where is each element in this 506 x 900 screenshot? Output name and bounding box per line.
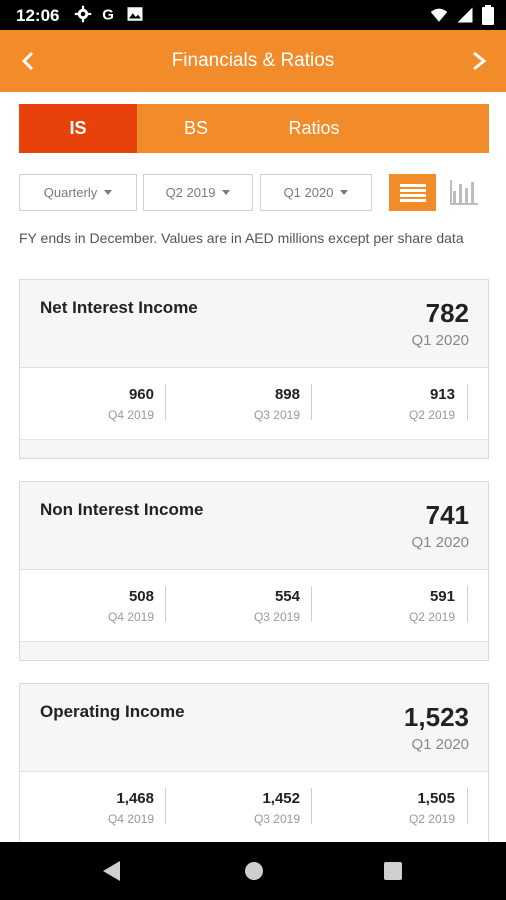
- units-note: FY ends in December. Values are in AED m…: [19, 230, 464, 246]
- metric-card-operating-income[interactable]: Operating Income 1,523 Q1 2020 1,468 Q4 2…: [19, 683, 489, 845]
- metric-title: Non Interest Income: [40, 500, 204, 519]
- forward-arrow-icon[interactable]: [466, 48, 494, 74]
- svg-text:G: G: [102, 6, 114, 23]
- metric-period: Q1 2020: [411, 332, 469, 349]
- app-bar: Financials & Ratios: [0, 30, 506, 92]
- history-value: 1,468: [116, 790, 154, 807]
- period-to-dropdown[interactable]: Q1 2020: [260, 174, 372, 211]
- settings-icon: [74, 5, 92, 23]
- google-icon: G: [102, 6, 114, 23]
- caret-down-icon: [340, 190, 349, 195]
- history-value: 591: [429, 588, 455, 605]
- metric-value: 741: [425, 500, 469, 530]
- history-period: Q3 2019: [253, 610, 300, 624]
- nav-home-icon[interactable]: [243, 860, 265, 882]
- history-period: Q4 2019: [107, 812, 154, 826]
- frequency-value: Quarterly: [43, 185, 98, 200]
- history-cell: 898 Q3 2019: [166, 368, 312, 439]
- history-period: Q3 2019: [253, 812, 300, 826]
- history-period: Q3 2019: [253, 408, 300, 422]
- history-value: 1,452: [262, 790, 300, 807]
- metric-title: Net Interest Income: [40, 298, 198, 317]
- history-cell: 508 Q4 2019: [20, 570, 166, 641]
- caret-down-icon: [104, 190, 113, 195]
- status-time: 12:06: [16, 6, 60, 25]
- period-from-value: Q2 2019: [165, 185, 216, 200]
- metric-value: 782: [425, 298, 469, 328]
- statement-tabs: IS BS Ratios: [19, 104, 489, 153]
- metric-card-non-interest-income[interactable]: Non Interest Income 741 Q1 2020 508 Q4 20…: [19, 481, 489, 661]
- history-period: Q2 2019: [408, 408, 455, 422]
- history-value: 1,505: [417, 790, 455, 807]
- divider: [467, 788, 468, 824]
- gallery-icon: [127, 7, 143, 21]
- history-cell: 960 Q4 2019: [20, 368, 166, 439]
- metric-card-net-interest-income[interactable]: Net Interest Income 782 Q1 2020 960 Q4 20…: [19, 279, 489, 459]
- metric-value: 1,523: [403, 702, 469, 732]
- history-period: Q2 2019: [408, 610, 455, 624]
- history-cell: 591 Q2 2019: [312, 570, 488, 641]
- history-period: Q4 2019: [107, 610, 154, 624]
- tab-ratios[interactable]: Ratios: [255, 104, 373, 153]
- status-bar: 12:06 G: [0, 0, 506, 30]
- list-view-icon: [399, 183, 426, 202]
- period-to-value: Q1 2020: [283, 185, 334, 200]
- card-footer: [20, 440, 488, 458]
- system-nav-bar: [0, 842, 506, 900]
- history-period: Q4 2019: [107, 408, 154, 422]
- page-title: Financials & Ratios: [171, 50, 335, 71]
- metric-period: Q1 2020: [411, 736, 469, 753]
- history-cell: 1,505 Q2 2019: [312, 772, 488, 843]
- metric-title: Operating Income: [40, 702, 185, 721]
- history-cell: 554 Q3 2019: [166, 570, 312, 641]
- history-value: 913: [429, 386, 455, 403]
- tab-is[interactable]: IS: [19, 104, 137, 153]
- nav-recents-icon[interactable]: [383, 861, 403, 881]
- history-value: 960: [128, 386, 154, 403]
- history-cell: 1,468 Q4 2019: [20, 772, 166, 843]
- divider: [467, 384, 468, 420]
- wifi-icon: [430, 8, 448, 22]
- nav-back-icon[interactable]: [100, 859, 122, 883]
- battery-icon: [482, 5, 494, 25]
- bar-chart-icon[interactable]: [449, 178, 479, 206]
- divider: [467, 586, 468, 622]
- history-value: 508: [128, 588, 154, 605]
- history-period: Q2 2019: [408, 812, 455, 826]
- tab-bs[interactable]: BS: [137, 104, 255, 153]
- metric-period: Q1 2020: [411, 534, 469, 551]
- period-from-dropdown[interactable]: Q2 2019: [143, 174, 253, 211]
- list-view-button[interactable]: [389, 174, 436, 211]
- card-footer: [20, 642, 488, 660]
- history-cell: 1,452 Q3 2019: [166, 772, 312, 843]
- history-cell: 913 Q2 2019: [312, 368, 488, 439]
- signal-icon: [457, 7, 473, 23]
- caret-down-icon: [222, 190, 231, 195]
- frequency-dropdown[interactable]: Quarterly: [19, 174, 137, 211]
- history-value: 898: [274, 386, 300, 403]
- history-value: 554: [274, 588, 300, 605]
